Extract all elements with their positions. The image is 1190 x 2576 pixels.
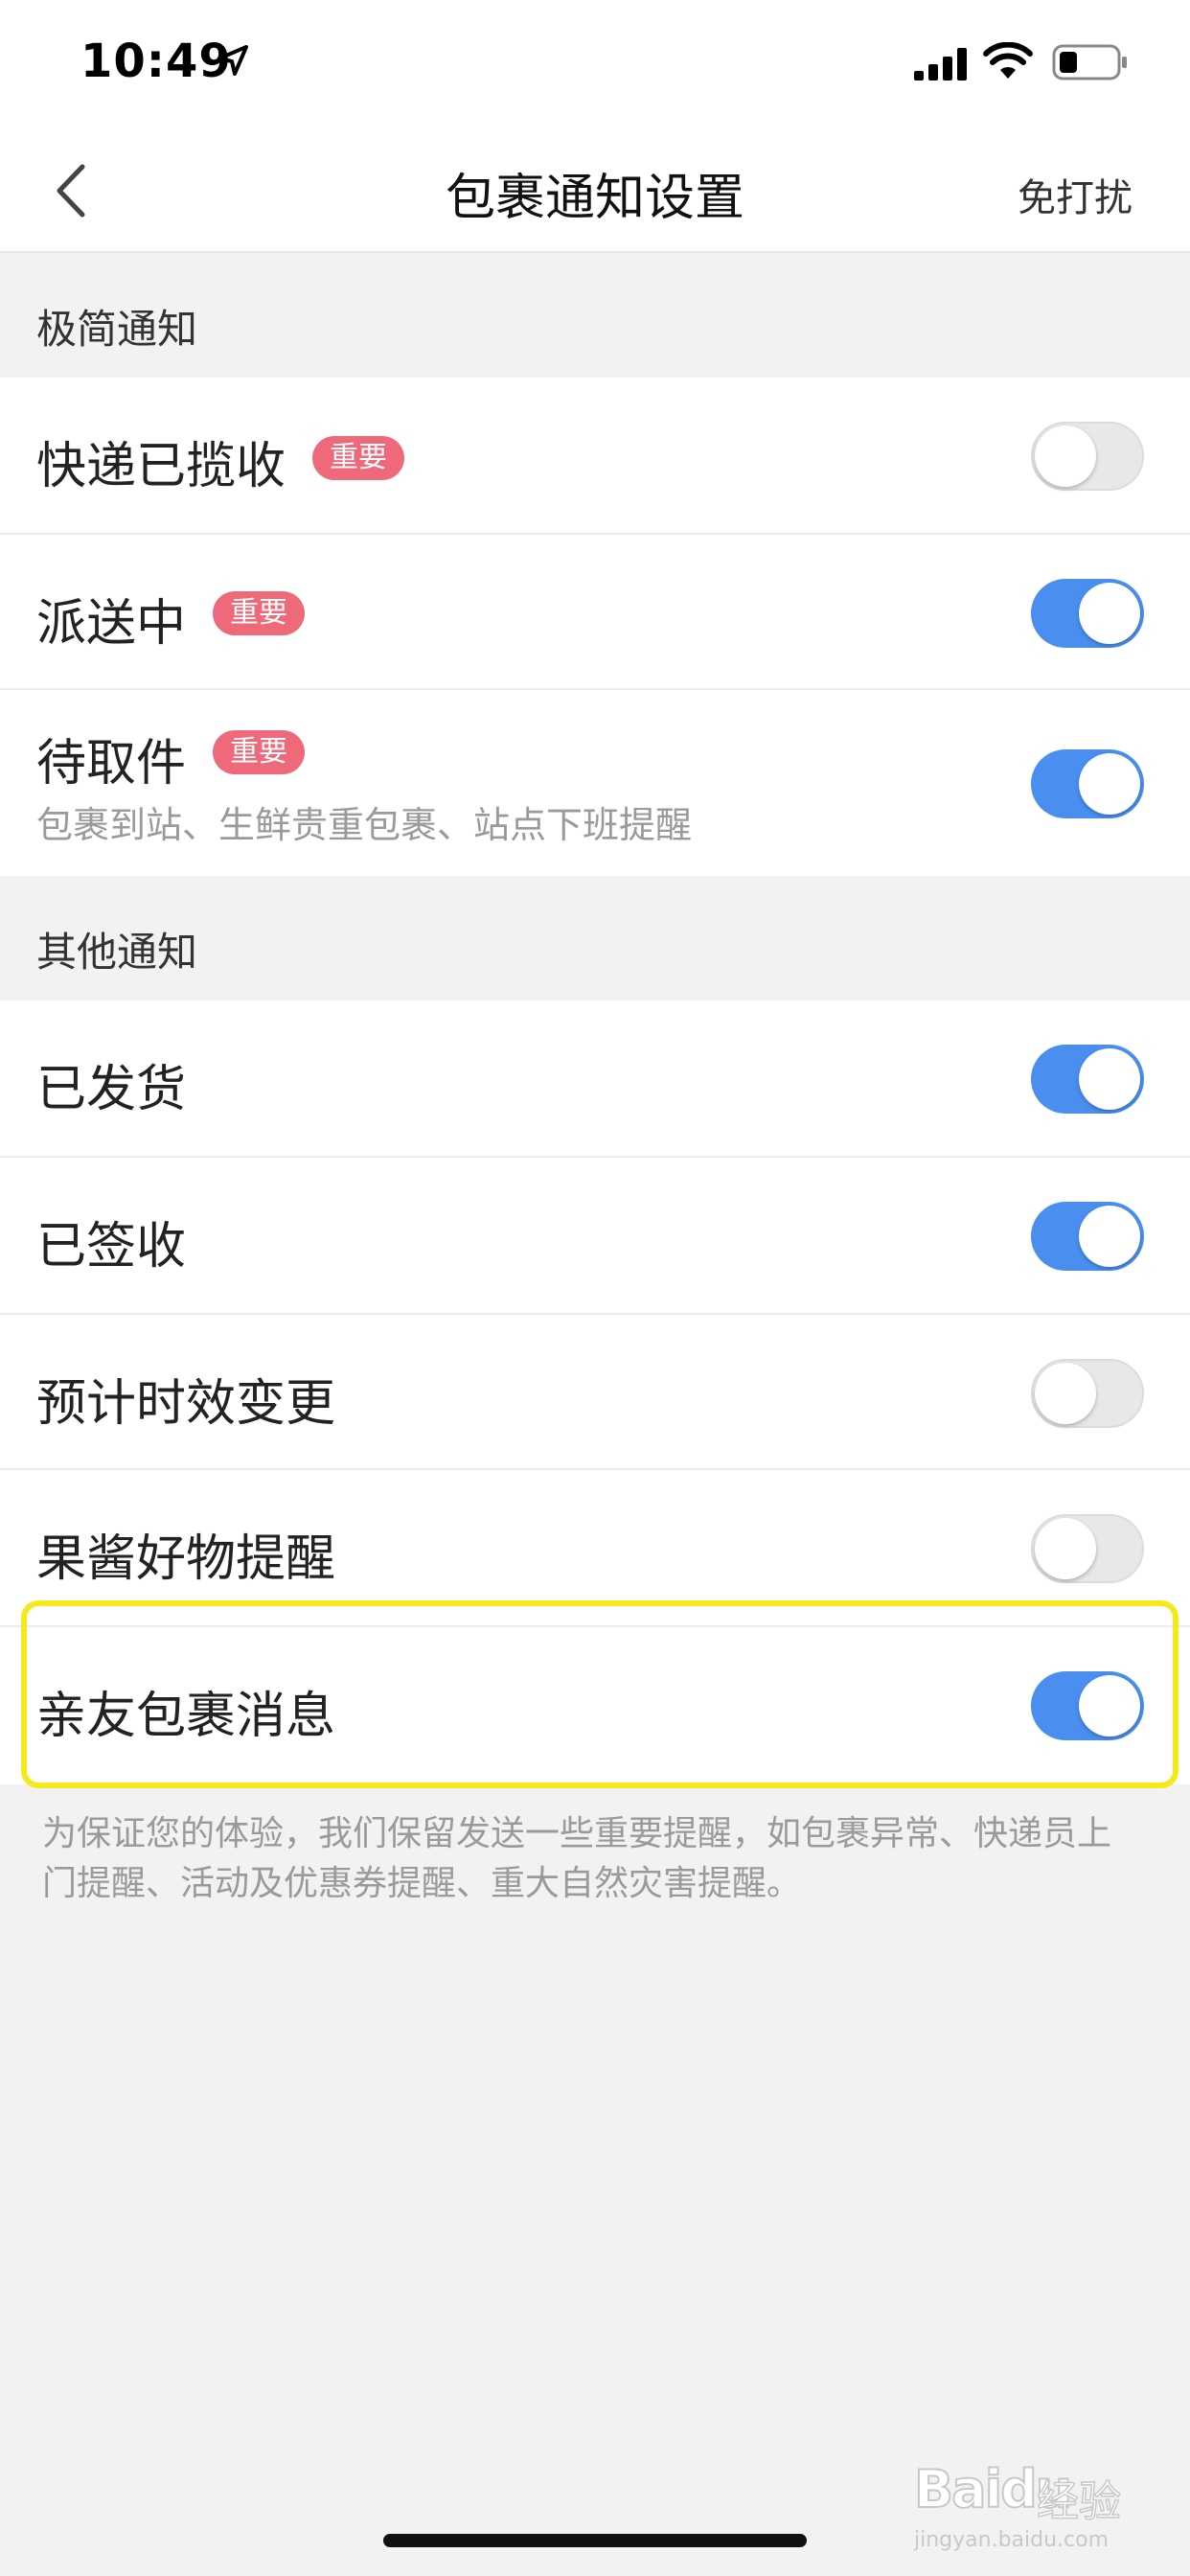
important-badge: 重要 [312,436,404,480]
row-label: 快递已揽收 [36,438,286,495]
battery-icon [1052,44,1127,80]
toggle-knob [1035,426,1096,487]
row-label: 预计时效变更 [36,1375,336,1433]
toggle-collected[interactable] [1031,422,1144,491]
row-label: 亲友包裹消息 [36,1688,336,1745]
section-title: 极简通知 [36,306,198,353]
section-header-other: 其他通知 [0,876,1190,1000]
row-label: 派送中 [36,595,187,653]
status-bar: 10:49 [0,0,1190,125]
row-label: 已签收 [36,1218,187,1276]
row-subtitle: 包裹到站、生鲜贵重包裹、站点下班提醒 [36,804,693,846]
toggle-shipped[interactable] [1031,1045,1144,1114]
watermark-logo-cn: 经验 [1036,2476,1122,2527]
wifi-icon [983,42,1033,79]
home-indicator[interactable] [383,2534,807,2547]
toggle-knob [1079,1675,1140,1736]
toggle-knob [1079,753,1140,815]
important-badge: 重要 [213,591,305,635]
toggle-knob [1079,1048,1140,1110]
row-label: 已发货 [36,1061,187,1118]
status-time: 10:49 [80,34,232,88]
setting-row-delivering[interactable]: 派送中 重要 [0,535,1190,690]
watermark-url: jingyan.baidu.com [914,2528,1110,2552]
toggle-knob [1079,583,1140,644]
toggle-knob [1079,1206,1140,1267]
section-header-minimal: 极简通知 [0,253,1190,378]
toggle-delivering[interactable] [1031,579,1144,648]
toggle-eta-change[interactable] [1031,1359,1144,1428]
setting-row-collected[interactable]: 快递已揽收 重要 [0,378,1190,535]
setting-row-pickup[interactable]: 待取件 重要 包裹到站、生鲜贵重包裹、站点下班提醒 [0,690,1190,876]
do-not-disturb-button[interactable]: 免打扰 [1018,167,1133,222]
row-label: 果酱好物提醒 [36,1530,336,1588]
toggle-signed[interactable] [1031,1202,1144,1271]
toggle-family-parcel[interactable] [1031,1671,1144,1740]
toggle-pickup[interactable] [1031,749,1144,818]
important-badge: 重要 [213,730,305,774]
page-title: 包裹通知设置 [445,170,744,227]
setting-row-goods-reminder[interactable]: 果酱好物提醒 [0,1470,1190,1627]
section-title: 其他通知 [36,929,198,976]
row-label: 待取件 [36,735,187,793]
toggle-knob [1035,1363,1096,1424]
baidu-jingyan-watermark: Baidu 经验 jingyan.baidu.com [913,2440,1134,2552]
cellular-signal-icon [914,48,967,80]
toggle-knob [1035,1518,1096,1579]
setting-row-family-parcel[interactable]: 亲友包裹消息 [0,1627,1190,1784]
setting-row-shipped[interactable]: 已发货 [0,1000,1190,1158]
footnote-text: 为保证您的体验，我们保留发送一些重要提醒，如包裹异常、快递员上门提醒、活动及优惠… [42,1814,1112,1903]
nav-bar: 包裹通知设置 免打扰 [0,125,1190,253]
toggle-goods-reminder[interactable] [1031,1514,1144,1583]
location-arrow-icon [217,45,248,76]
setting-row-eta-change[interactable]: 预计时效变更 [0,1315,1190,1470]
setting-row-signed[interactable]: 已签收 [0,1158,1190,1315]
